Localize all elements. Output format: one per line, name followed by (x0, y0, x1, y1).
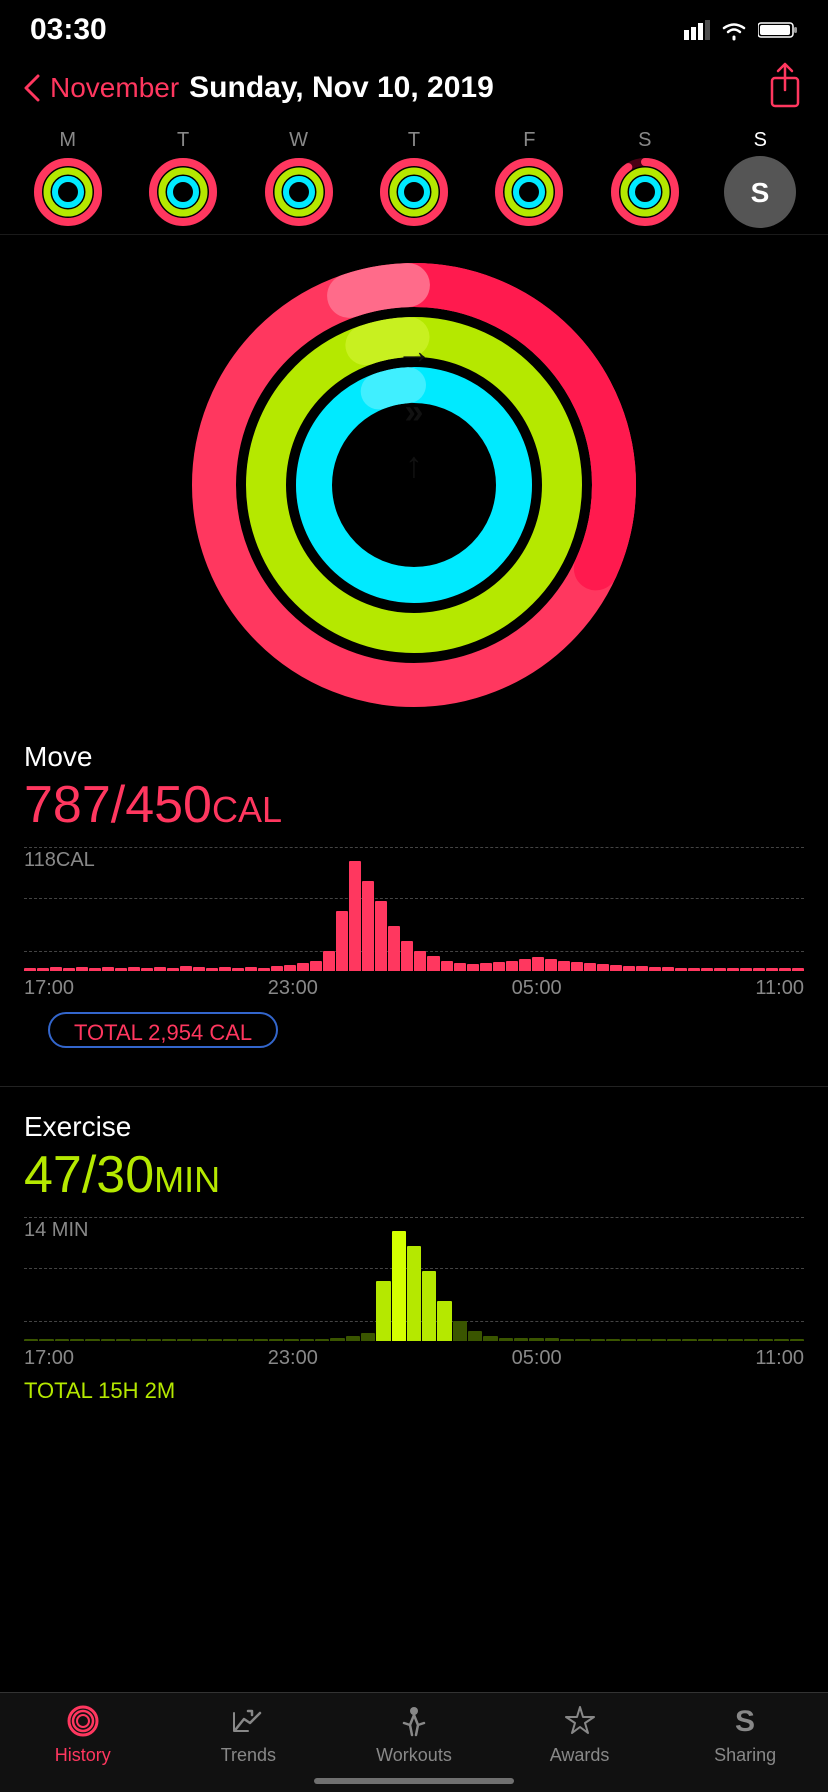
move-value: 787/450CAL (24, 775, 804, 835)
day-col-mon[interactable]: M (20, 129, 116, 228)
exercise-chart: 14 MIN (24, 1213, 804, 1343)
history-icon (63, 1701, 103, 1741)
home-indicator (314, 1778, 514, 1784)
move-total-container: TOTAL 2,954 CAL (0, 1004, 828, 1078)
share-button[interactable] (766, 62, 804, 113)
move-unit: CAL (212, 789, 282, 830)
exercise-time-4: 11:00 (755, 1347, 804, 1370)
status-bar: 03:30 (0, 0, 828, 54)
move-chart: 118CAL (24, 843, 804, 973)
mini-ring-mon (32, 156, 104, 228)
exercise-time-labels: 17:00 23:00 05:00 11:00 (0, 1343, 828, 1374)
wifi-icon (720, 19, 748, 41)
exercise-total: TOTAL 15H 2M (0, 1374, 828, 1404)
exercise-time-3: 05:00 (512, 1347, 562, 1370)
move-time-3: 05:00 (512, 977, 562, 1000)
svg-text:→: → (396, 330, 432, 371)
move-label: Move (24, 741, 804, 773)
svg-text:S: S (735, 1705, 755, 1738)
exercise-time-1: 17:00 (24, 1347, 74, 1370)
page-title: Sunday, Nov 10, 2019 (189, 71, 494, 105)
nav-header: November Sunday, Nov 10, 2019 (0, 54, 828, 125)
day-col-tue[interactable]: T (135, 129, 231, 228)
signal-icon (684, 20, 710, 40)
move-total: TOTAL 2,954 CAL (48, 1012, 278, 1048)
tab-bar: History Trends Workouts Awards (0, 1692, 828, 1792)
back-label: November (50, 72, 179, 104)
tab-workouts-label: Workouts (376, 1745, 452, 1766)
exercise-value: 47/30MIN (24, 1145, 804, 1205)
exercise-label: Exercise (24, 1111, 804, 1143)
move-time-labels: 17:00 23:00 05:00 11:00 (0, 973, 828, 1004)
share-icon (766, 62, 804, 108)
exercise-current: 47 (24, 1146, 82, 1204)
today-avatar: S (724, 156, 796, 228)
day-col-sat[interactable]: S (597, 129, 693, 228)
exercise-time-2: 23:00 (268, 1347, 318, 1370)
move-time-4: 11:00 (755, 977, 804, 1000)
move-chart-bars (24, 861, 804, 971)
exercise-slash: / (82, 1146, 96, 1204)
sharing-icon: S (725, 1701, 765, 1741)
day-label: W (289, 129, 308, 152)
svg-text:»: » (405, 393, 424, 431)
workouts-icon (394, 1701, 434, 1741)
exercise-chart-top-line (24, 1217, 804, 1218)
status-time: 03:30 (30, 13, 107, 47)
day-col-thu[interactable]: T (366, 129, 462, 228)
day-label-today: S (754, 129, 767, 152)
move-chart-top-line (24, 847, 804, 848)
svg-text:↑: ↑ (405, 444, 423, 485)
move-time-1: 17:00 (24, 977, 74, 1000)
move-section: Move 787/450CAL (0, 725, 828, 835)
tab-awards[interactable]: Awards (510, 1701, 650, 1766)
svg-text:S: S (751, 177, 770, 208)
tab-sharing-label: Sharing (714, 1745, 776, 1766)
day-label: S (638, 129, 651, 152)
mini-ring-tue (147, 156, 219, 228)
tab-trends-label: Trends (221, 1745, 276, 1766)
tab-workouts[interactable]: Workouts (344, 1701, 484, 1766)
back-button[interactable]: November (24, 72, 179, 104)
battery-icon (758, 20, 798, 40)
mini-ring-thu (378, 156, 450, 228)
tab-trends[interactable]: Trends (178, 1701, 318, 1766)
main-ring-container: → » ↑ (0, 235, 828, 725)
tab-history-label: History (55, 1745, 111, 1766)
trends-icon (228, 1701, 268, 1741)
day-col-wed[interactable]: W (251, 129, 347, 228)
section-divider (0, 1086, 828, 1087)
chevron-left-icon (24, 74, 42, 102)
move-current: 787 (24, 776, 111, 834)
awards-icon (560, 1701, 600, 1741)
tab-awards-label: Awards (550, 1745, 610, 1766)
exercise-section: Exercise 47/30MIN (0, 1095, 828, 1205)
mini-ring-wed (263, 156, 335, 228)
mini-ring-fri (493, 156, 565, 228)
exercise-chart-bars (24, 1231, 804, 1341)
main-activity-ring: → » ↑ (184, 255, 644, 715)
move-time-2: 23:00 (268, 977, 318, 1000)
move-goal: 450 (125, 776, 212, 834)
day-label: M (59, 129, 76, 152)
day-label: T (408, 129, 420, 152)
day-col-sun[interactable]: S S (712, 129, 808, 228)
move-slash: / (111, 776, 125, 834)
day-label: F (523, 129, 535, 152)
tab-history[interactable]: History (13, 1701, 153, 1766)
week-row: M T W (0, 125, 828, 235)
day-label: T (177, 129, 189, 152)
exercise-unit: MIN (154, 1159, 220, 1200)
exercise-goal: 30 (96, 1146, 154, 1204)
status-icons (684, 19, 798, 41)
tab-sharing[interactable]: S Sharing (675, 1701, 815, 1766)
day-col-fri[interactable]: F (481, 129, 577, 228)
mini-ring-sat (609, 156, 681, 228)
